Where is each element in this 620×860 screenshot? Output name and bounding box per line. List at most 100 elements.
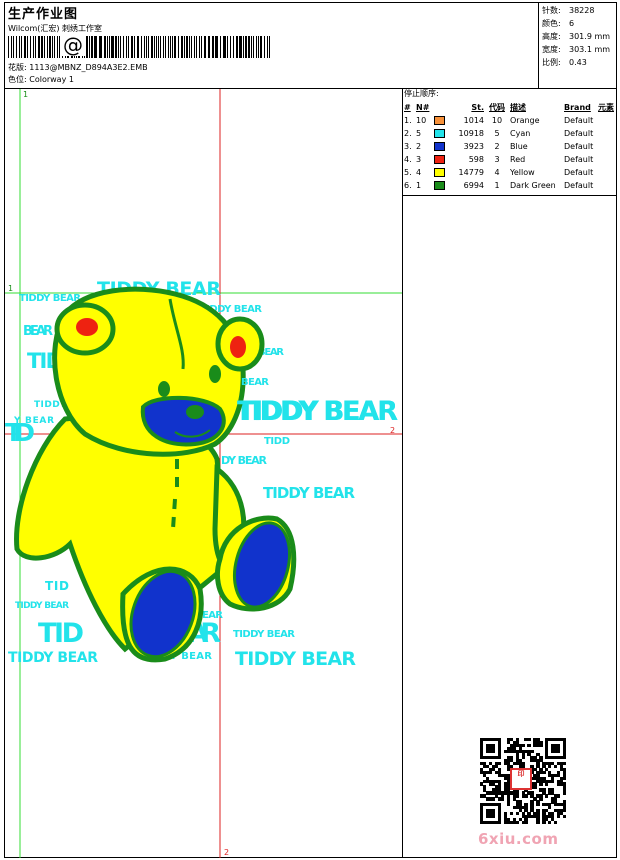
guide-label-red-v: 2 bbox=[224, 848, 229, 857]
pattern-text: TID bbox=[45, 579, 69, 593]
colorway-name: Colorway 1 bbox=[29, 75, 74, 84]
pattern-text: BEAR bbox=[241, 377, 269, 388]
bear-right-eye bbox=[209, 365, 221, 383]
sequence-column-divider bbox=[402, 88, 403, 858]
color-swatch bbox=[434, 116, 445, 125]
guide-label-red-h: 2 bbox=[390, 426, 395, 435]
col-description: 描述 bbox=[510, 103, 526, 112]
cell-index: 1. bbox=[404, 116, 412, 125]
stat-stitches: 针数: 38228 bbox=[542, 6, 595, 15]
table-row: 6. 1 6994 1 Dark Green Default bbox=[403, 179, 615, 192]
pattern-text: TIDDY BEAR bbox=[263, 484, 355, 502]
page-title: 生产作业图 bbox=[8, 7, 79, 22]
bear-nose bbox=[186, 405, 204, 419]
pattern-text: BEAR bbox=[23, 324, 53, 339]
col-index: # bbox=[404, 103, 411, 112]
design-name: 1113@MBNZ_D894A3E2.EMB bbox=[29, 63, 148, 72]
cell-description: Cyan bbox=[510, 129, 531, 138]
color-swatch bbox=[434, 129, 445, 138]
stat-scale: 比例: 0.43 bbox=[542, 58, 587, 67]
cell-element bbox=[597, 153, 615, 166]
pattern-text: TID bbox=[5, 418, 35, 447]
color-swatch bbox=[434, 142, 445, 151]
col-element: 元素 bbox=[598, 103, 614, 112]
sequence-title: 停止顺序: bbox=[404, 89, 439, 98]
company-name: Wilcom(汇宏) 刺绣工作室 bbox=[8, 24, 103, 33]
design-label: 花版: bbox=[8, 63, 27, 72]
cell-stitches: 598 bbox=[468, 155, 484, 164]
cell-needle: 3 bbox=[415, 153, 455, 166]
cell-description: Dark Green bbox=[510, 181, 556, 190]
text-pattern-overlay: BEAR TIDDY BEAR bbox=[237, 377, 398, 427]
cell-code: 1 bbox=[494, 181, 500, 190]
design-line: 花版: 1113@MBNZ_D894A3E2.EMB bbox=[8, 63, 148, 73]
stat-colors: 颜色: 6 bbox=[542, 19, 575, 28]
col-code: 代码 bbox=[489, 103, 505, 112]
pattern-text: TIDDY BEAR bbox=[237, 396, 398, 427]
cell-brand: Default bbox=[564, 155, 594, 164]
pattern-text: TIDDY BEAR bbox=[15, 601, 69, 611]
stamp-seal: 印 bbox=[510, 768, 532, 790]
stat-width: 宽度: 303.1 mm bbox=[542, 45, 611, 54]
table-row: 3. 2 3923 2 Blue Default bbox=[403, 140, 615, 153]
pattern-text: TIDDY BEAR bbox=[235, 648, 356, 670]
cell-brand: Default bbox=[564, 142, 594, 151]
cell-stitches: 6994 bbox=[463, 181, 484, 190]
table-header-row: # N# St. 代码 描述 Brand 元素 bbox=[403, 101, 615, 114]
cell-brand: Default bbox=[564, 168, 594, 177]
cell-index: 2. bbox=[404, 129, 412, 138]
table-row: 2. 5 10918 5 Cyan Default bbox=[403, 127, 615, 140]
cell-needle: 10 bbox=[415, 114, 455, 127]
color-swatch bbox=[434, 155, 445, 164]
colorway-label: 色位: bbox=[8, 75, 27, 84]
pattern-text: TID bbox=[38, 618, 84, 649]
cell-index: 5. bbox=[404, 168, 412, 177]
colorway-line: 色位: Colorway 1 bbox=[8, 75, 74, 85]
pattern-text: TIDDY BEAR bbox=[233, 629, 295, 640]
cell-needle: 2 bbox=[415, 140, 455, 153]
guide-label-green-v: 1 bbox=[23, 90, 28, 99]
cell-index: 4. bbox=[404, 155, 412, 164]
guide-label-green-h: 1 bbox=[8, 284, 13, 293]
cell-needle: 4 bbox=[415, 166, 455, 179]
cell-description: Orange bbox=[510, 116, 540, 125]
cell-element bbox=[597, 179, 615, 192]
cell-code: 2 bbox=[494, 142, 500, 151]
cell-element bbox=[597, 140, 615, 153]
cell-needle: 5 bbox=[415, 127, 455, 140]
cell-brand: Default bbox=[564, 181, 594, 190]
cell-index: 3. bbox=[404, 142, 412, 151]
col-needle: N# bbox=[416, 103, 430, 112]
cell-code: 10 bbox=[491, 116, 503, 125]
barcode bbox=[8, 36, 270, 58]
cell-element bbox=[597, 166, 615, 179]
bear-left-eye bbox=[158, 381, 170, 397]
stat-height: 高度: 301.9 mm bbox=[542, 32, 611, 41]
cell-element bbox=[597, 127, 615, 140]
cell-needle: 1 bbox=[415, 179, 455, 192]
table-row: 5. 4 14779 4 Yellow Default bbox=[403, 166, 615, 179]
cell-stitches: 1014 bbox=[463, 116, 484, 125]
pattern-text: DY BEAR bbox=[221, 454, 268, 467]
pattern-text: TIDD bbox=[264, 436, 290, 447]
cell-brand: Default bbox=[564, 116, 594, 125]
site-watermark: 6xiu.com bbox=[478, 830, 559, 848]
color-swatch bbox=[434, 168, 445, 177]
cell-description: Red bbox=[510, 155, 526, 164]
cell-stitches: 10918 bbox=[458, 129, 484, 138]
cell-index: 6. bbox=[404, 181, 412, 190]
cell-brand: Default bbox=[564, 129, 594, 138]
cell-stitches: 14779 bbox=[458, 168, 484, 177]
col-stitches: St. bbox=[471, 103, 484, 112]
bear-muzzle bbox=[140, 395, 226, 447]
col-brand: Brand bbox=[564, 103, 591, 112]
header-divider bbox=[538, 2, 539, 88]
cell-code: 5 bbox=[494, 129, 500, 138]
cell-description: Blue bbox=[510, 142, 528, 151]
bear-left-ear-inner bbox=[76, 318, 98, 336]
pattern-text: TIDDY BEAR bbox=[8, 650, 98, 666]
cell-stitches: 3923 bbox=[463, 142, 484, 151]
cell-element bbox=[597, 114, 615, 127]
cell-code: 3 bbox=[494, 155, 500, 164]
cell-description: Yellow bbox=[510, 168, 535, 177]
